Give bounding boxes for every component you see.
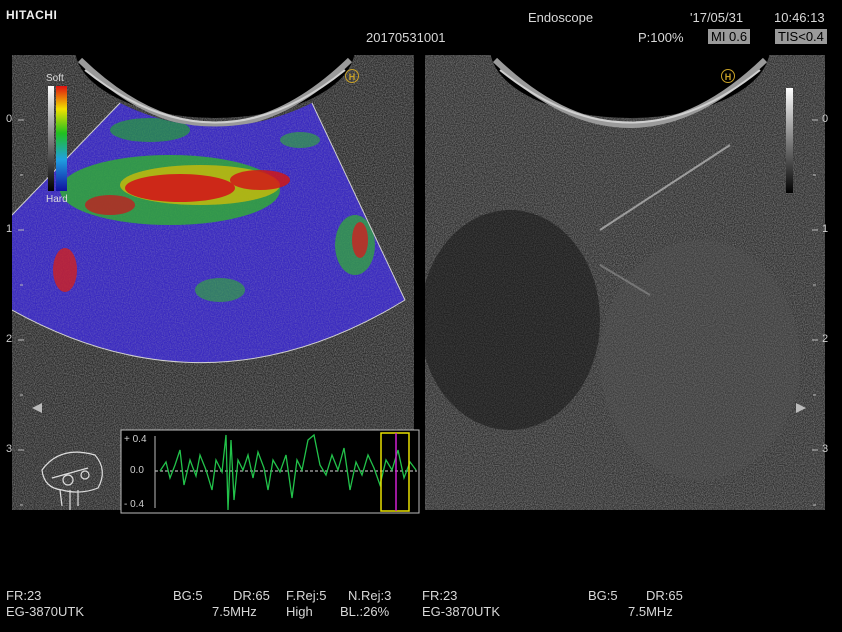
footer-frequency: 7.5MHz [212,604,257,619]
right-depth-label: 0 [822,113,829,125]
strain-graph [120,429,420,514]
ultrasound-images [12,55,825,514]
footer-right-dr: DR:65 [646,588,683,603]
footer-bl: BL.:26% [340,604,390,619]
left-depth-label: 1 [6,223,13,235]
footer-frej: F.Rej:5 [286,588,327,603]
footer-bg: BG:5 [173,588,203,603]
elasticity-color-scale [56,86,67,191]
footer-probe: EG-3870UTK [6,604,85,619]
scale-soft-label: Soft [46,73,64,84]
footer-right-frame-rate: FR:23 [422,588,458,603]
left-depth-label: 2 [6,333,13,345]
footer-right-bg: BG:5 [588,588,618,603]
footer-dr: DR:65 [233,588,270,603]
left-gray-scale [48,86,54,191]
left-depth-label: 0 [6,113,13,125]
footer-right-frequency: 7.5MHz [628,604,673,619]
right-gray-scale [786,88,793,193]
graph-ylabel-top: + 0.4 [124,434,147,445]
right-h-marker: H [721,69,735,83]
right-bmode-image [425,55,825,510]
right-depth-label: 1 [822,223,829,235]
graph-ylabel-bottom: - 0.4 [124,499,145,510]
graph-ylabel-zero: 0.0 [130,465,144,476]
left-h-marker: H [345,69,359,83]
left-depth-label: 3 [6,443,13,455]
right-depth-label: 3 [822,443,829,455]
footer-right-probe: EG-3870UTK [422,604,501,619]
footer-mode: High [286,604,313,619]
scale-hard-label: Hard [46,194,68,205]
footer-frame-rate: FR:23 [6,588,42,603]
footer-nrej: N.Rej:3 [348,588,392,603]
right-depth-label: 2 [822,333,829,345]
